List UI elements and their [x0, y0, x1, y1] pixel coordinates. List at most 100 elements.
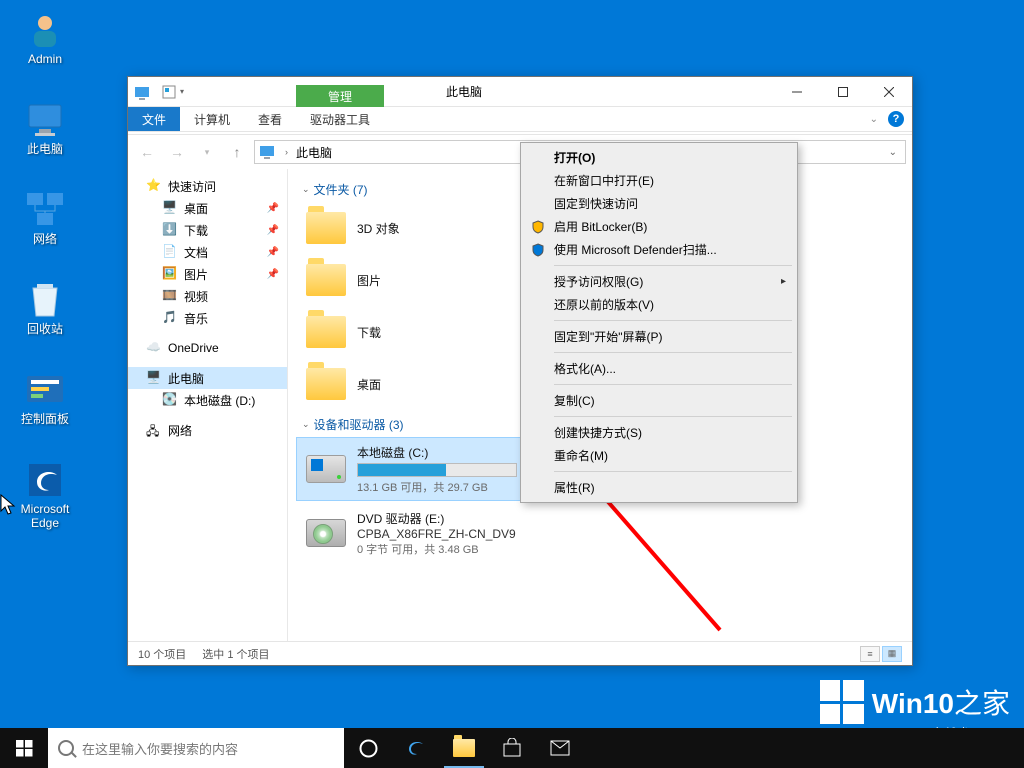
caret-down-icon: ⌄ [302, 184, 310, 195]
nav-up-button[interactable]: ↑ [224, 139, 250, 165]
nav-pictures[interactable]: 🖼️图片📌 [128, 263, 287, 285]
system-menu-icon[interactable] [128, 77, 156, 106]
context-menu-separator [554, 265, 792, 266]
context-menu-item[interactable]: 复制(C) [524, 389, 794, 412]
taskbar-explorer[interactable] [440, 728, 488, 768]
nav-quick-access[interactable]: ⭐快速访问 [128, 175, 287, 197]
nav-local-d[interactable]: 💽本地磁盘 (D:) [128, 389, 287, 411]
tab-file[interactable]: 文件 [128, 107, 180, 131]
folder-pictures[interactable]: 图片 [296, 254, 536, 306]
tab-view[interactable]: 查看 [244, 107, 296, 131]
folder-desktop[interactable]: 桌面 [296, 358, 536, 410]
caret-down-icon: ⌄ [302, 419, 310, 430]
context-menu-item[interactable]: 在新窗口中打开(E) [524, 169, 794, 192]
submenu-arrow-icon: ▸ [781, 276, 786, 287]
context-menu-separator [554, 320, 792, 321]
nav-desktop[interactable]: 🖥️桌面📌 [128, 197, 287, 219]
address-segment-this-pc[interactable]: 此电脑 [292, 144, 336, 161]
shield-icon [530, 219, 546, 235]
taskbar: 在这里输入你要搜索的内容 [0, 728, 1024, 768]
nav-documents[interactable]: 📄文档📌 [128, 241, 287, 263]
taskbar-search[interactable]: 在这里输入你要搜索的内容 [48, 728, 344, 768]
nav-onedrive[interactable]: ☁️OneDrive [128, 337, 287, 359]
tab-computer[interactable]: 计算机 [180, 107, 244, 131]
cursor-icon [0, 494, 18, 518]
context-menu-item[interactable]: 还原以前的版本(V) [524, 293, 794, 316]
nav-network[interactable]: 🖧网络 [128, 419, 287, 441]
context-menu-item[interactable]: 固定到"开始"屏幕(P) [524, 325, 794, 348]
download-icon: ⬇️ [162, 222, 178, 238]
context-menu-item[interactable]: 重命名(M) [524, 444, 794, 467]
desktop-this-pc[interactable]: 此电脑 [10, 100, 80, 178]
context-menu-item[interactable]: 使用 Microsoft Defender扫描... [524, 238, 794, 261]
nav-recent-dropdown[interactable]: ▾ [194, 139, 220, 165]
context-menu-item[interactable]: 授予访问权限(G)▸ [524, 270, 794, 293]
folder-3d-objects[interactable]: 3D 对象 [296, 202, 536, 254]
close-button[interactable] [866, 77, 912, 106]
watermark: Win10之家 [820, 680, 1010, 724]
tab-drive-tools[interactable]: 管理 驱动器工具 [296, 107, 384, 131]
start-button[interactable] [0, 728, 48, 768]
address-chevron-icon[interactable]: › [281, 147, 292, 157]
search-icon [58, 740, 74, 756]
context-menu-item[interactable]: 固定到快速访问 [524, 192, 794, 215]
context-menu-separator [554, 471, 792, 472]
nav-downloads[interactable]: ⬇️下载📌 [128, 219, 287, 241]
help-icon[interactable]: ? [888, 111, 904, 127]
status-item-count: 10 个项目 [138, 646, 186, 662]
folder-downloads[interactable]: 下载 [296, 306, 536, 358]
star-icon: ⭐ [146, 178, 162, 194]
title-bar[interactable]: ▾ 此电脑 [128, 77, 912, 107]
context-menu-separator [554, 416, 792, 417]
taskbar-mail[interactable] [536, 728, 584, 768]
context-menu-item[interactable]: 格式化(A)... [524, 357, 794, 380]
ribbon-collapse-icon[interactable]: ⌄ [870, 114, 878, 125]
cortana-button[interactable] [344, 728, 392, 768]
view-details-button[interactable]: ≡ [860, 646, 880, 662]
status-bar: 10 个项目 选中 1 个项目 ≡ ▦ [128, 641, 912, 665]
desktop-edge[interactable]: Microsoft Edge [10, 460, 80, 538]
pin-icon: 📌 [267, 225, 279, 236]
view-tiles-button[interactable]: ▦ [882, 646, 902, 662]
taskbar-store[interactable] [488, 728, 536, 768]
nav-back-button[interactable]: ← [134, 139, 160, 165]
desktop-network[interactable]: 网络 [10, 190, 80, 268]
document-icon: 📄 [162, 244, 178, 260]
desktop-control-panel[interactable]: 控制面板 [10, 370, 80, 448]
drive-c[interactable]: 本地磁盘 (C:) 13.1 GB 可用，共 29.7 GB [296, 437, 536, 501]
status-selection: 选中 1 个项目 [202, 646, 269, 662]
contextual-label: 管理 [296, 85, 384, 107]
nav-this-pc[interactable]: 🖥️此电脑 [128, 367, 287, 389]
desktop-recycle-bin[interactable]: 回收站 [10, 280, 80, 358]
network-small-icon: 🖧 [146, 422, 162, 438]
maximize-button[interactable] [820, 77, 866, 106]
desktop-admin[interactable]: Admin [10, 10, 80, 88]
windows-logo-icon [820, 680, 864, 724]
nav-videos[interactable]: 🎞️视频 [128, 285, 287, 307]
window-title: 此电脑 [446, 83, 482, 100]
ribbon-tabs: 文件 计算机 查看 管理 驱动器工具 ⌄ ? [128, 107, 912, 131]
context-menu: 打开(O)在新窗口中打开(E)固定到快速访问启用 BitLocker(B)使用 … [520, 142, 798, 503]
qat-properties-icon[interactable] [162, 85, 176, 99]
pin-icon: 📌 [267, 269, 279, 280]
pin-icon: 📌 [267, 203, 279, 214]
pin-icon: 📌 [267, 247, 279, 258]
context-menu-item[interactable]: 打开(O) [524, 146, 794, 169]
drive-icon: 💽 [162, 392, 178, 408]
context-menu-item[interactable]: 属性(R) [524, 476, 794, 499]
nav-music[interactable]: 🎵音乐 [128, 307, 287, 329]
pictures-icon: 🖼️ [162, 266, 178, 282]
context-menu-item[interactable]: 启用 BitLocker(B) [524, 215, 794, 238]
minimize-button[interactable] [774, 77, 820, 106]
nav-forward-button[interactable]: → [164, 139, 190, 165]
address-pc-icon [259, 144, 275, 160]
desktop-small-icon: 🖥️ [162, 200, 178, 216]
address-dropdown-icon[interactable]: ⌄ [885, 147, 901, 158]
taskbar-edge[interactable] [392, 728, 440, 768]
drive-dvd-e[interactable]: DVD 驱动器 (E:) CPBA_X86FRE_ZH-CN_DV9 0 字节 … [296, 501, 536, 565]
desktop-icons: Admin 此电脑 网络 回收站 控制面板 Microsoft Edge [10, 10, 80, 550]
context-menu-separator [554, 384, 792, 385]
shield-blue-icon [530, 242, 546, 258]
context-menu-item[interactable]: 创建快捷方式(S) [524, 421, 794, 444]
navigation-pane: ⭐快速访问 🖥️桌面📌 ⬇️下载📌 📄文档📌 🖼️图片📌 🎞️视频 🎵音乐 ☁️… [128, 169, 288, 641]
